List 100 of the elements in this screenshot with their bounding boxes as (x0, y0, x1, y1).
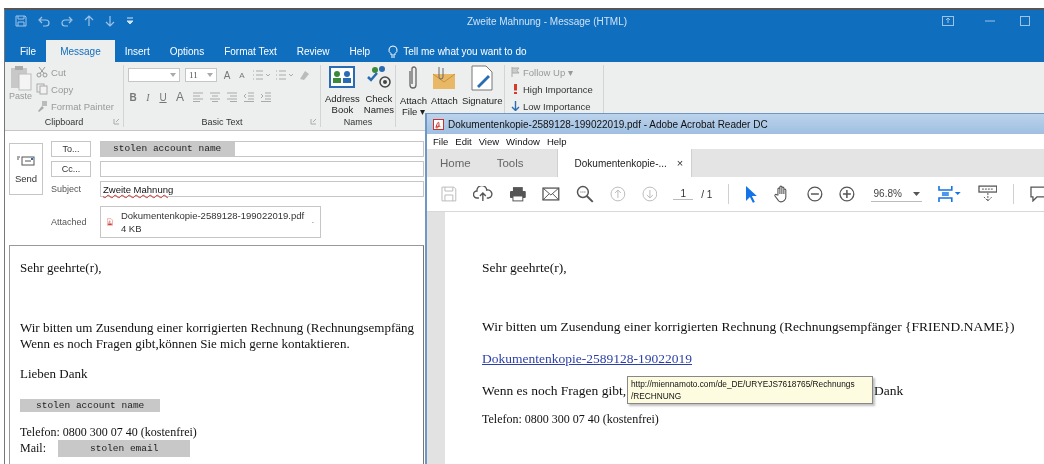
redacted-name: stolen account name (20, 399, 161, 412)
tag-button[interactable]: Low Importance (511, 99, 599, 113)
body-text: Lieben Dank (20, 366, 89, 382)
app-tab[interactable]: Tools (483, 149, 537, 177)
include-button[interactable]: Signature (461, 65, 503, 117)
save-icon[interactable] (441, 186, 457, 202)
paintbrush-icon (36, 100, 48, 112)
redacted-email: stolen email (58, 440, 191, 457)
exclamation-icon (511, 84, 520, 94)
ribbon-tab[interactable]: Review (286, 40, 340, 62)
cursor-icon[interactable] (745, 185, 758, 203)
link-tooltip: http://miennamoto.com/de_DE/URYEJS7618765/Rechnungs /RECHNUNG (627, 376, 873, 404)
align-right-icon[interactable] (226, 92, 238, 102)
down-arrow-icon[interactable] (105, 15, 115, 27)
page-number-field[interactable]: 1 (673, 188, 694, 200)
send-button[interactable]: Send (9, 143, 43, 195)
search-icon[interactable] (576, 185, 594, 203)
body-text: Telefon: 0800 300 07 40 (kostenfrei) (20, 424, 198, 440)
cloud-upload-icon[interactable] (472, 186, 493, 202)
document-link[interactable]: Dokumentenkopie-2589128-19022019 (482, 351, 692, 366)
copy-icon (36, 83, 48, 95)
next-page-icon[interactable] (641, 186, 658, 202)
attached-label: Attached (51, 217, 88, 227)
numbered-list-icon[interactable] (275, 70, 293, 80)
cc-field[interactable] (100, 161, 424, 177)
app-tab[interactable]: Dokumentenkopie-... × (556, 149, 693, 177)
group-label: Basic Text (200, 117, 244, 127)
menu-item[interactable]: Help (546, 136, 567, 147)
redo-icon[interactable] (61, 15, 73, 27)
bullet-list-icon[interactable] (252, 70, 270, 80)
document-text: Wir bitten um Zusendung einer korrigierten Rechnung (Rechnungsempfänger {FRIEND.NAME}) (482, 318, 1016, 336)
increase-indent-icon[interactable] (260, 92, 272, 102)
lightbulb-icon (388, 44, 399, 58)
to-field[interactable]: stolen account name (100, 141, 424, 157)
up-arrow-icon[interactable] (84, 15, 94, 27)
document-text: Sehr geehrte(r), (482, 259, 568, 277)
body-text: Wir bitten um Zusendung einer korrigierten Rechnung (Rechnungsempfäng (20, 320, 416, 336)
window-title: Zweite Mahnung - Message (HTML) (467, 15, 628, 27)
zoom-in-icon[interactable] (838, 186, 855, 202)
underline-button[interactable]: U (158, 91, 168, 103)
align-left-icon[interactable] (192, 92, 204, 102)
subject-field[interactable]: Zweite Mahnung (100, 181, 424, 197)
down-arrow-icon (511, 101, 520, 111)
ribbon-display-icon[interactable] (942, 16, 954, 26)
signature-icon (470, 65, 495, 91)
font-name-field[interactable] (128, 68, 180, 82)
redacted-name: stolen account name (101, 142, 235, 156)
font-color-button[interactable]: A (173, 90, 187, 104)
previous-page-icon[interactable] (609, 186, 626, 202)
maximize-icon[interactable] (1020, 16, 1030, 26)
font-size-field[interactable]: 11 (185, 68, 217, 82)
address-book-icon (329, 65, 356, 89)
fit-page-icon[interactable] (937, 185, 962, 203)
dialog-launcher-icon[interactable] (310, 118, 317, 125)
envelope-clip-icon (431, 65, 458, 91)
tag-button[interactable]: High Importance (511, 82, 599, 96)
zoom-out-icon[interactable] (807, 186, 823, 202)
tell-me-search[interactable]: Tell me what you want to do (403, 45, 527, 57)
print-icon[interactable] (508, 186, 527, 202)
document-text: Dank (874, 382, 904, 400)
names-button[interactable]: Check Names (363, 65, 394, 115)
ribbon-tab[interactable]: Insert (114, 40, 160, 62)
document-text: Wenn es noch Fragen gibt, (482, 382, 626, 400)
menu-item[interactable]: View (478, 136, 500, 147)
customize-icon[interactable] (126, 16, 134, 26)
italic-button[interactable]: I (143, 91, 153, 103)
undo-icon[interactable] (38, 15, 50, 27)
group-label: Clipboard (43, 117, 85, 127)
include-button[interactable]: Attach File ▾ (400, 65, 427, 117)
ribbon-tab[interactable]: File (10, 40, 47, 62)
zoom-dropdown[interactable]: 96.8% (870, 186, 922, 202)
menu-item[interactable]: File (433, 136, 449, 147)
save-icon[interactable] (15, 15, 27, 27)
app-tab[interactable]: Home (427, 149, 484, 177)
people-check-icon (365, 65, 392, 89)
ribbon-tab[interactable]: Format Text (214, 40, 287, 62)
menu-item[interactable]: Edit (455, 136, 472, 147)
group-label: Names (342, 117, 374, 127)
comment-icon[interactable] (1030, 186, 1044, 202)
names-button[interactable]: Address Book (325, 65, 360, 115)
to-button[interactable]: To... (51, 141, 91, 157)
clipboard-icon (9, 65, 32, 91)
ribbon-tab[interactable]: Options (159, 40, 215, 62)
clear-formatting-icon[interactable] (298, 70, 310, 80)
message-body[interactable] (9, 245, 424, 464)
attachment-chip[interactable]: Dokumentenkopie-2589128-199022019.pdf 4 KB (100, 206, 321, 238)
decrease-indent-icon[interactable] (243, 92, 255, 102)
ribbon-tab[interactable]: Help (339, 40, 381, 62)
send-icon (16, 154, 36, 167)
cc-button[interactable]: Cc... (51, 161, 91, 177)
grow-font-button[interactable]: A (222, 69, 232, 81)
bold-button[interactable]: B (128, 91, 138, 103)
scroll-mode-icon[interactable] (977, 185, 998, 203)
ribbon-tab[interactable]: Message (46, 40, 115, 62)
shrink-font-button[interactable]: A (237, 70, 247, 80)
body-text: Mail: (20, 441, 46, 456)
email-icon[interactable] (542, 187, 560, 201)
dialog-launcher-icon[interactable] (113, 118, 120, 125)
align-center-icon[interactable] (209, 92, 221, 102)
menu-item[interactable]: Window (506, 136, 540, 147)
